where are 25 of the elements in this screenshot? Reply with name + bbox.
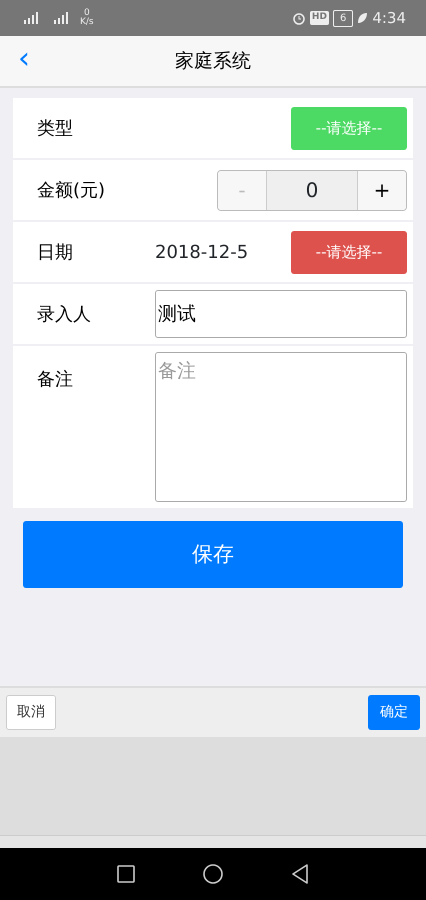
- cancel-button[interactable]: 取消: [6, 695, 56, 730]
- page-title: 家庭系统: [175, 48, 251, 74]
- save-button[interactable]: 保存: [23, 521, 403, 588]
- confirm-button[interactable]: 确定: [368, 695, 420, 730]
- field-label: 备注: [37, 368, 74, 392]
- alarm-icon: [292, 11, 306, 25]
- select-button[interactable]: --请选择--: [291, 230, 407, 274]
- leaf-icon: [357, 12, 368, 24]
- field-label: 金额(元): [37, 178, 106, 202]
- amount-value: 0: [266, 170, 358, 210]
- back-icon[interactable]: [291, 864, 309, 884]
- field-label: 类型: [37, 116, 74, 140]
- battery-indicator: 6: [332, 10, 354, 26]
- speed-value: 0: [84, 9, 90, 18]
- home-icon[interactable]: [203, 864, 223, 884]
- recorder-input[interactable]: 测试: [155, 290, 407, 338]
- note-field[interactable]: 备注: [155, 352, 407, 502]
- field-label: 日期: [37, 240, 74, 264]
- speed-unit: K/s: [80, 18, 94, 27]
- field-label: 录入人: [37, 302, 92, 326]
- clock-time: 4:34: [372, 8, 406, 29]
- hd-label: HD: [310, 11, 329, 25]
- back-button[interactable]: ‹: [14, 44, 34, 74]
- date-value: 2018-12-5: [155, 240, 248, 264]
- recent-apps-icon[interactable]: [117, 865, 135, 883]
